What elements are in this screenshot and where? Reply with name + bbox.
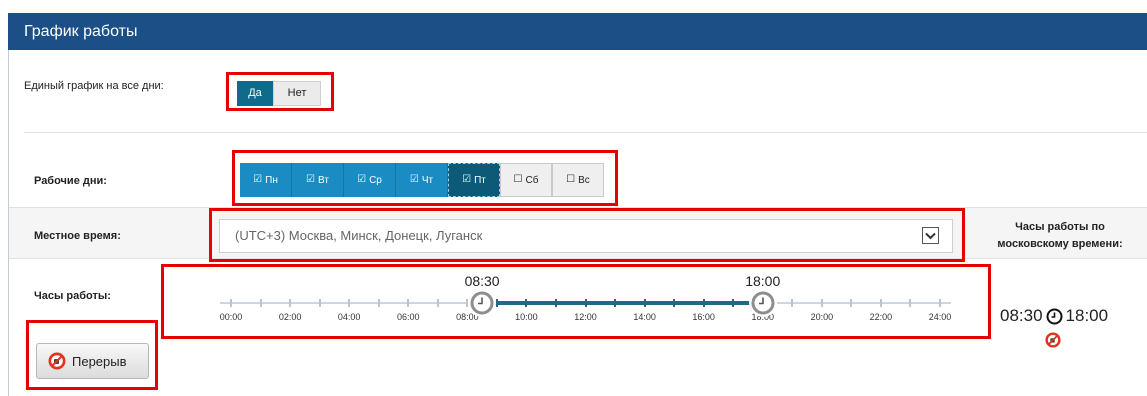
slider-tick [495, 299, 498, 307]
unified-schedule-toggle: Да Нет [237, 81, 321, 106]
day-label: Чт [421, 174, 434, 186]
slider-tick [850, 299, 853, 307]
work-hours-label: Часы работы: [34, 290, 111, 302]
slider-tick [791, 299, 794, 307]
work-days-selector: ☑ Пн ☑ Вт ☑ Ср ☑ Чт ☑ Пт ☐ Сб ☐ Вс [240, 163, 604, 197]
timezone-select[interactable]: (UTC+3) Москва, Минск, Донецк, Луганск [219, 219, 953, 253]
day-label: Вс [578, 174, 590, 186]
yes-button[interactable]: Да [237, 81, 273, 106]
break-icon [48, 352, 66, 370]
dropdown-arrow-icon[interactable] [922, 227, 939, 244]
tick-label: 00:00 [219, 312, 243, 322]
checked-box-icon: ☑ [409, 174, 419, 185]
tick-label: 14:00 [633, 312, 656, 322]
slider-tick [348, 299, 351, 307]
slider-tick [407, 299, 410, 307]
slider-selected-range [482, 301, 763, 305]
row-divider [24, 132, 1147, 133]
slider-tick [702, 299, 705, 307]
slider-tick [466, 299, 469, 307]
slider-tick [879, 299, 882, 307]
slider-tick [673, 299, 676, 307]
no-button[interactable]: Нет [273, 81, 321, 106]
checked-box-icon: ☑ [357, 174, 367, 185]
checked-box-icon: ☑ [253, 174, 263, 185]
tick-label: 10:00 [515, 312, 538, 322]
slider-tick [259, 299, 262, 307]
tick-label: 04:00 [337, 312, 361, 322]
slider-tick [318, 299, 321, 307]
tick-label: 12:00 [574, 312, 597, 322]
slider-tick [584, 299, 587, 307]
slider-tick [230, 299, 232, 307]
panel-title: График работы [24, 23, 138, 40]
slider-tick [377, 299, 380, 307]
day-label: Ср [369, 174, 382, 186]
row-divider [9, 258, 1147, 259]
day-toggle-fri[interactable]: ☑ Пт [448, 163, 500, 197]
day-label: Сб [525, 174, 539, 186]
work-hours-slider[interactable]: 08:30 18:00 00:00 02:00 04:00 06:00 08:00 10:… [210, 268, 970, 334]
slider-tick [643, 299, 646, 307]
clock-icon [1046, 308, 1063, 325]
day-toggle-wed[interactable]: ☑ Ср [344, 163, 396, 197]
work-days-label: Рабочие дни: [34, 175, 107, 187]
slider-tick [289, 299, 292, 307]
day-toggle-sat[interactable]: ☐ Сб [500, 163, 552, 197]
slider-tick [939, 299, 941, 307]
break-button[interactable]: Перерыв [36, 343, 149, 379]
checked-box-icon: ☑ [462, 174, 472, 185]
day-label: Пт [474, 174, 486, 186]
slider-tick [525, 299, 528, 307]
checked-box-icon: ☑ [306, 174, 316, 185]
unchecked-box-icon: ☐ [566, 174, 576, 185]
tick-label: 06:00 [396, 312, 420, 322]
timezone-value: (UTC+3) Москва, Минск, Донецк, Луганск [235, 228, 483, 243]
start-time-handle[interactable] [470, 291, 495, 315]
slider-tick [732, 299, 735, 307]
day-label: Пн [265, 174, 278, 186]
start-time-value: 08:30 [464, 273, 500, 289]
end-time-handle[interactable] [750, 291, 775, 315]
slider-tick [820, 299, 823, 307]
panel-header: График работы [8, 13, 1147, 50]
day-label: Вт [318, 174, 329, 186]
day-toggle-tue[interactable]: ☑ Вт [292, 163, 344, 197]
local-time-label: Местное время: [34, 230, 121, 242]
day-toggle-sun[interactable]: ☐ Вс [552, 163, 604, 197]
unchecked-box-icon: ☐ [513, 174, 523, 185]
clock-icon [470, 291, 494, 315]
slider-tick [614, 299, 617, 307]
tick-label: 20:00 [810, 312, 834, 322]
day-toggle-mon[interactable]: ☑ Пн [240, 163, 292, 197]
moscow-hours: 08:30 18:00 [1000, 305, 1108, 327]
moscow-hours-label: Часы работы по московскому времени: [997, 221, 1123, 250]
clock-icon [751, 291, 775, 315]
tick-label: 22:00 [869, 312, 893, 322]
tick-label: 16:00 [692, 312, 715, 322]
end-time-value: 18:00 [745, 273, 781, 289]
break-button-label: Перерыв [72, 353, 127, 369]
tick-label: 24:00 [928, 312, 952, 322]
moscow-end-time: 18:00 [1065, 306, 1109, 325]
slider-tick [909, 299, 912, 307]
moscow-start-time: 08:30 [1000, 306, 1043, 325]
break-icon [1045, 332, 1061, 348]
slider-tick [554, 299, 557, 307]
tick-label: 02:00 [278, 312, 302, 322]
unified-schedule-label: Единый график на все дни: [24, 80, 164, 92]
day-toggle-thu[interactable]: ☑ Чт [396, 163, 448, 197]
row-divider [9, 207, 1147, 208]
slider-tick [436, 299, 439, 307]
